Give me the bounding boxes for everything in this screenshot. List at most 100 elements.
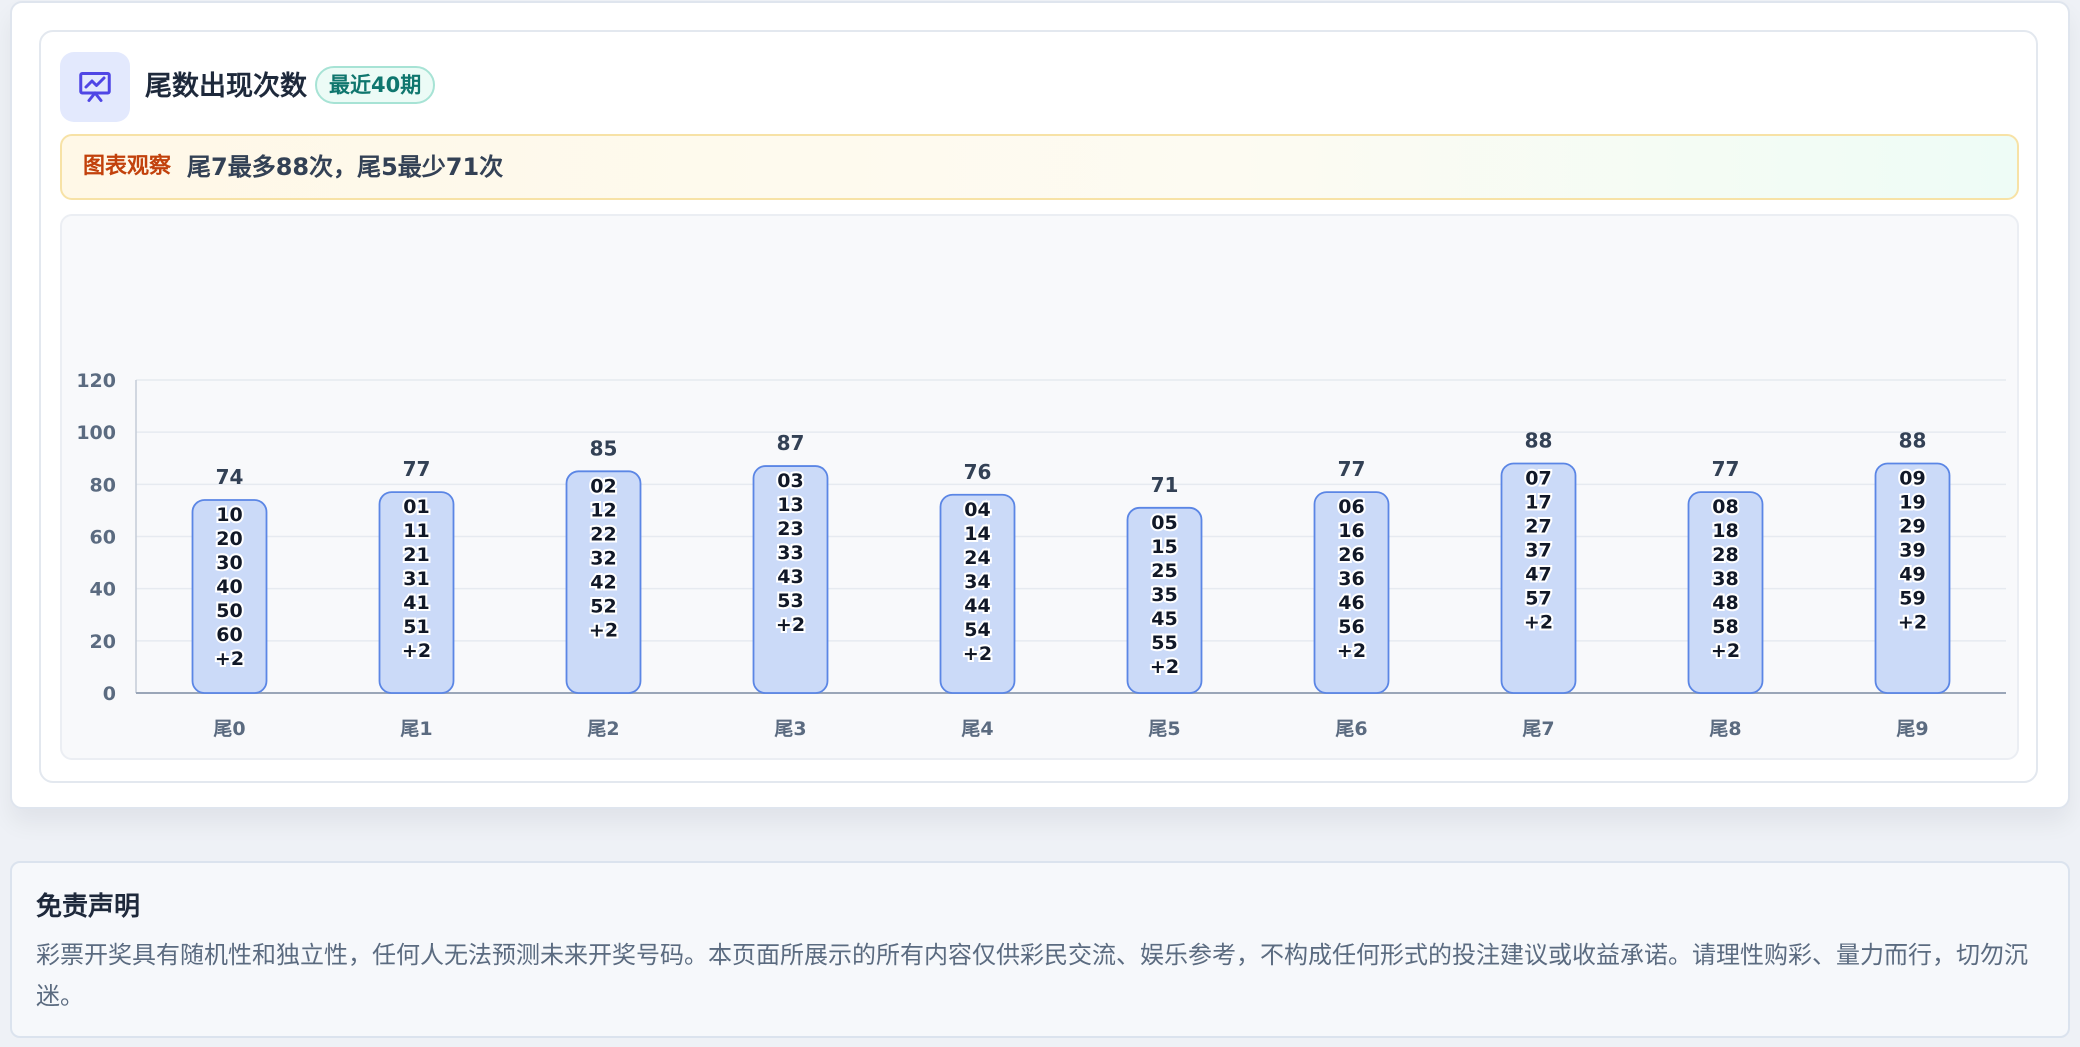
bar-value-label: 77 — [1338, 457, 1366, 481]
bar-number-label: 53 — [777, 590, 803, 612]
chart-panel: 0 20 40 60 80 100 120 74 10 20 30 40 50 60 +2 尾0 77 01 11 2… — [60, 214, 2019, 760]
disclaimer-text: 彩票开奖具有随机性和独立性，任何人无法预测未来开奖号码。本页面所展示的所有内容仅… — [36, 941, 2028, 1010]
bar-number-label: 05 — [1151, 512, 1177, 534]
x-tick-label: 尾9 — [1896, 718, 1928, 740]
bar-number-label: +2 — [402, 640, 431, 662]
bar-value-label: 76 — [964, 460, 992, 484]
bar-number-label: 56 — [1338, 616, 1364, 638]
bar-number-label: 43 — [777, 566, 803, 588]
bar-number-label: 31 — [403, 568, 429, 590]
y-tick-label: 100 — [76, 422, 116, 444]
card-title: 尾数出现次数 — [145, 71, 307, 102]
bar-number-label: 37 — [1525, 539, 1551, 561]
insight-label: 图表观察 — [83, 154, 172, 179]
bar-number-label: 28 — [1712, 544, 1738, 566]
x-tick-label: 尾7 — [1522, 718, 1554, 740]
bar-number-label: 44 — [964, 595, 990, 617]
chart-presentation-icon — [60, 52, 130, 122]
bar-number-label: 12 — [590, 499, 616, 521]
insight-text: 尾7最多88次，尾5最少71次 — [187, 153, 504, 181]
bar-number-label: 02 — [590, 475, 616, 497]
bar-number-label: 40 — [216, 576, 242, 598]
bar-number-label: 21 — [403, 544, 429, 566]
bar-number-label: 33 — [777, 542, 803, 564]
x-tick-label: 尾6 — [1335, 718, 1367, 740]
bar-number-label: 60 — [216, 624, 242, 646]
bar-number-label: 23 — [777, 518, 803, 540]
y-tick-label: 20 — [90, 631, 116, 653]
bar-number-label: 30 — [216, 552, 242, 574]
bar-chart: 02040608010012074102030405060+2尾07701112… — [76, 370, 2006, 740]
bar-number-label: 42 — [590, 571, 616, 593]
bar-number-label: 07 — [1525, 467, 1551, 489]
bar-number-label: 32 — [590, 547, 616, 569]
bar-value-label: 87 — [777, 431, 805, 455]
bar-number-label: 11 — [403, 520, 429, 542]
bar-number-label: 16 — [1338, 520, 1364, 542]
period-badge: 最近40期 — [315, 66, 436, 104]
bar-value-label: 77 — [403, 457, 431, 481]
bar-number-label: 36 — [1338, 568, 1364, 590]
bar-value-label: 71 — [1151, 473, 1179, 497]
bar-value-label: 88 — [1899, 428, 1927, 452]
bar-number-label: +2 — [1150, 656, 1179, 678]
bar-number-label: +2 — [1337, 640, 1366, 662]
bar-number-label: +2 — [1898, 611, 1927, 633]
bar-number-label: 58 — [1712, 616, 1738, 638]
bar-number-label: 20 — [216, 528, 242, 550]
bar-number-label: 46 — [1338, 592, 1364, 614]
bar-number-label: 29 — [1899, 515, 1925, 537]
x-tick-label: 尾1 — [400, 718, 432, 740]
bar-number-label: 09 — [1899, 467, 1925, 489]
bar-number-label: 25 — [1151, 560, 1177, 582]
bar-number-label: 15 — [1151, 536, 1177, 558]
bar-number-label: 50 — [216, 600, 242, 622]
bar-number-label: 45 — [1151, 608, 1177, 630]
bar-number-label: +2 — [215, 648, 244, 670]
bar-number-label: 08 — [1712, 496, 1738, 518]
bar-number-label: 38 — [1712, 568, 1738, 590]
bar-number-label: 17 — [1525, 491, 1551, 513]
bar-number-label: 34 — [964, 571, 990, 593]
bar-number-label: 41 — [403, 592, 429, 614]
bar-number-label: 04 — [964, 499, 990, 521]
bar-number-label: 51 — [403, 616, 429, 638]
x-tick-label: 尾0 — [213, 718, 245, 740]
x-tick-label: 尾3 — [774, 718, 806, 740]
bar-value-label: 85 — [590, 436, 618, 460]
bar-number-label: 52 — [590, 595, 616, 617]
disclaimer-title: 免责声明 — [36, 892, 141, 922]
chart-insight: 图表观察 尾7最多88次，尾5最少71次 — [60, 134, 2019, 200]
bar-number-label: 13 — [777, 494, 803, 516]
x-tick-label: 尾8 — [1709, 718, 1741, 740]
bar-number-label: 26 — [1338, 544, 1364, 566]
y-tick-label: 60 — [90, 527, 116, 549]
y-tick-label: 0 — [103, 683, 116, 705]
bar-number-label: 39 — [1899, 539, 1925, 561]
bar-number-label: 19 — [1899, 491, 1925, 513]
bar-number-label: 06 — [1338, 496, 1364, 518]
bar-number-label: 54 — [964, 619, 990, 641]
bar-number-label: 10 — [216, 504, 242, 526]
y-tick-label: 120 — [76, 370, 116, 392]
bar-number-label: 57 — [1525, 587, 1551, 609]
bar-value-label: 77 — [1712, 457, 1740, 481]
bar-number-label: 49 — [1899, 563, 1925, 585]
y-tick-label: 80 — [90, 474, 116, 496]
bar-number-label: 35 — [1151, 584, 1177, 606]
bar-number-label: 48 — [1712, 592, 1738, 614]
x-tick-label: 尾2 — [587, 718, 619, 740]
bar-number-label: 01 — [403, 496, 429, 518]
bar-number-label: +2 — [776, 614, 805, 636]
bar-number-label: 18 — [1712, 520, 1738, 542]
bar-number-label: +2 — [963, 643, 992, 665]
bar-number-label: +2 — [1711, 640, 1740, 662]
y-tick-label: 40 — [90, 579, 116, 601]
disclaimer: 免责声明 彩票开奖具有随机性和独立性，任何人无法预测未来开奖号码。本页面所展示的… — [10, 861, 2070, 1038]
bar-number-label: 47 — [1525, 563, 1551, 585]
bar-value-label: 74 — [216, 465, 244, 489]
bar-number-label: 55 — [1151, 632, 1177, 654]
bar-number-label: +2 — [1524, 611, 1553, 633]
bar-number-label: 22 — [590, 523, 616, 545]
bar-number-label: 24 — [964, 547, 990, 569]
